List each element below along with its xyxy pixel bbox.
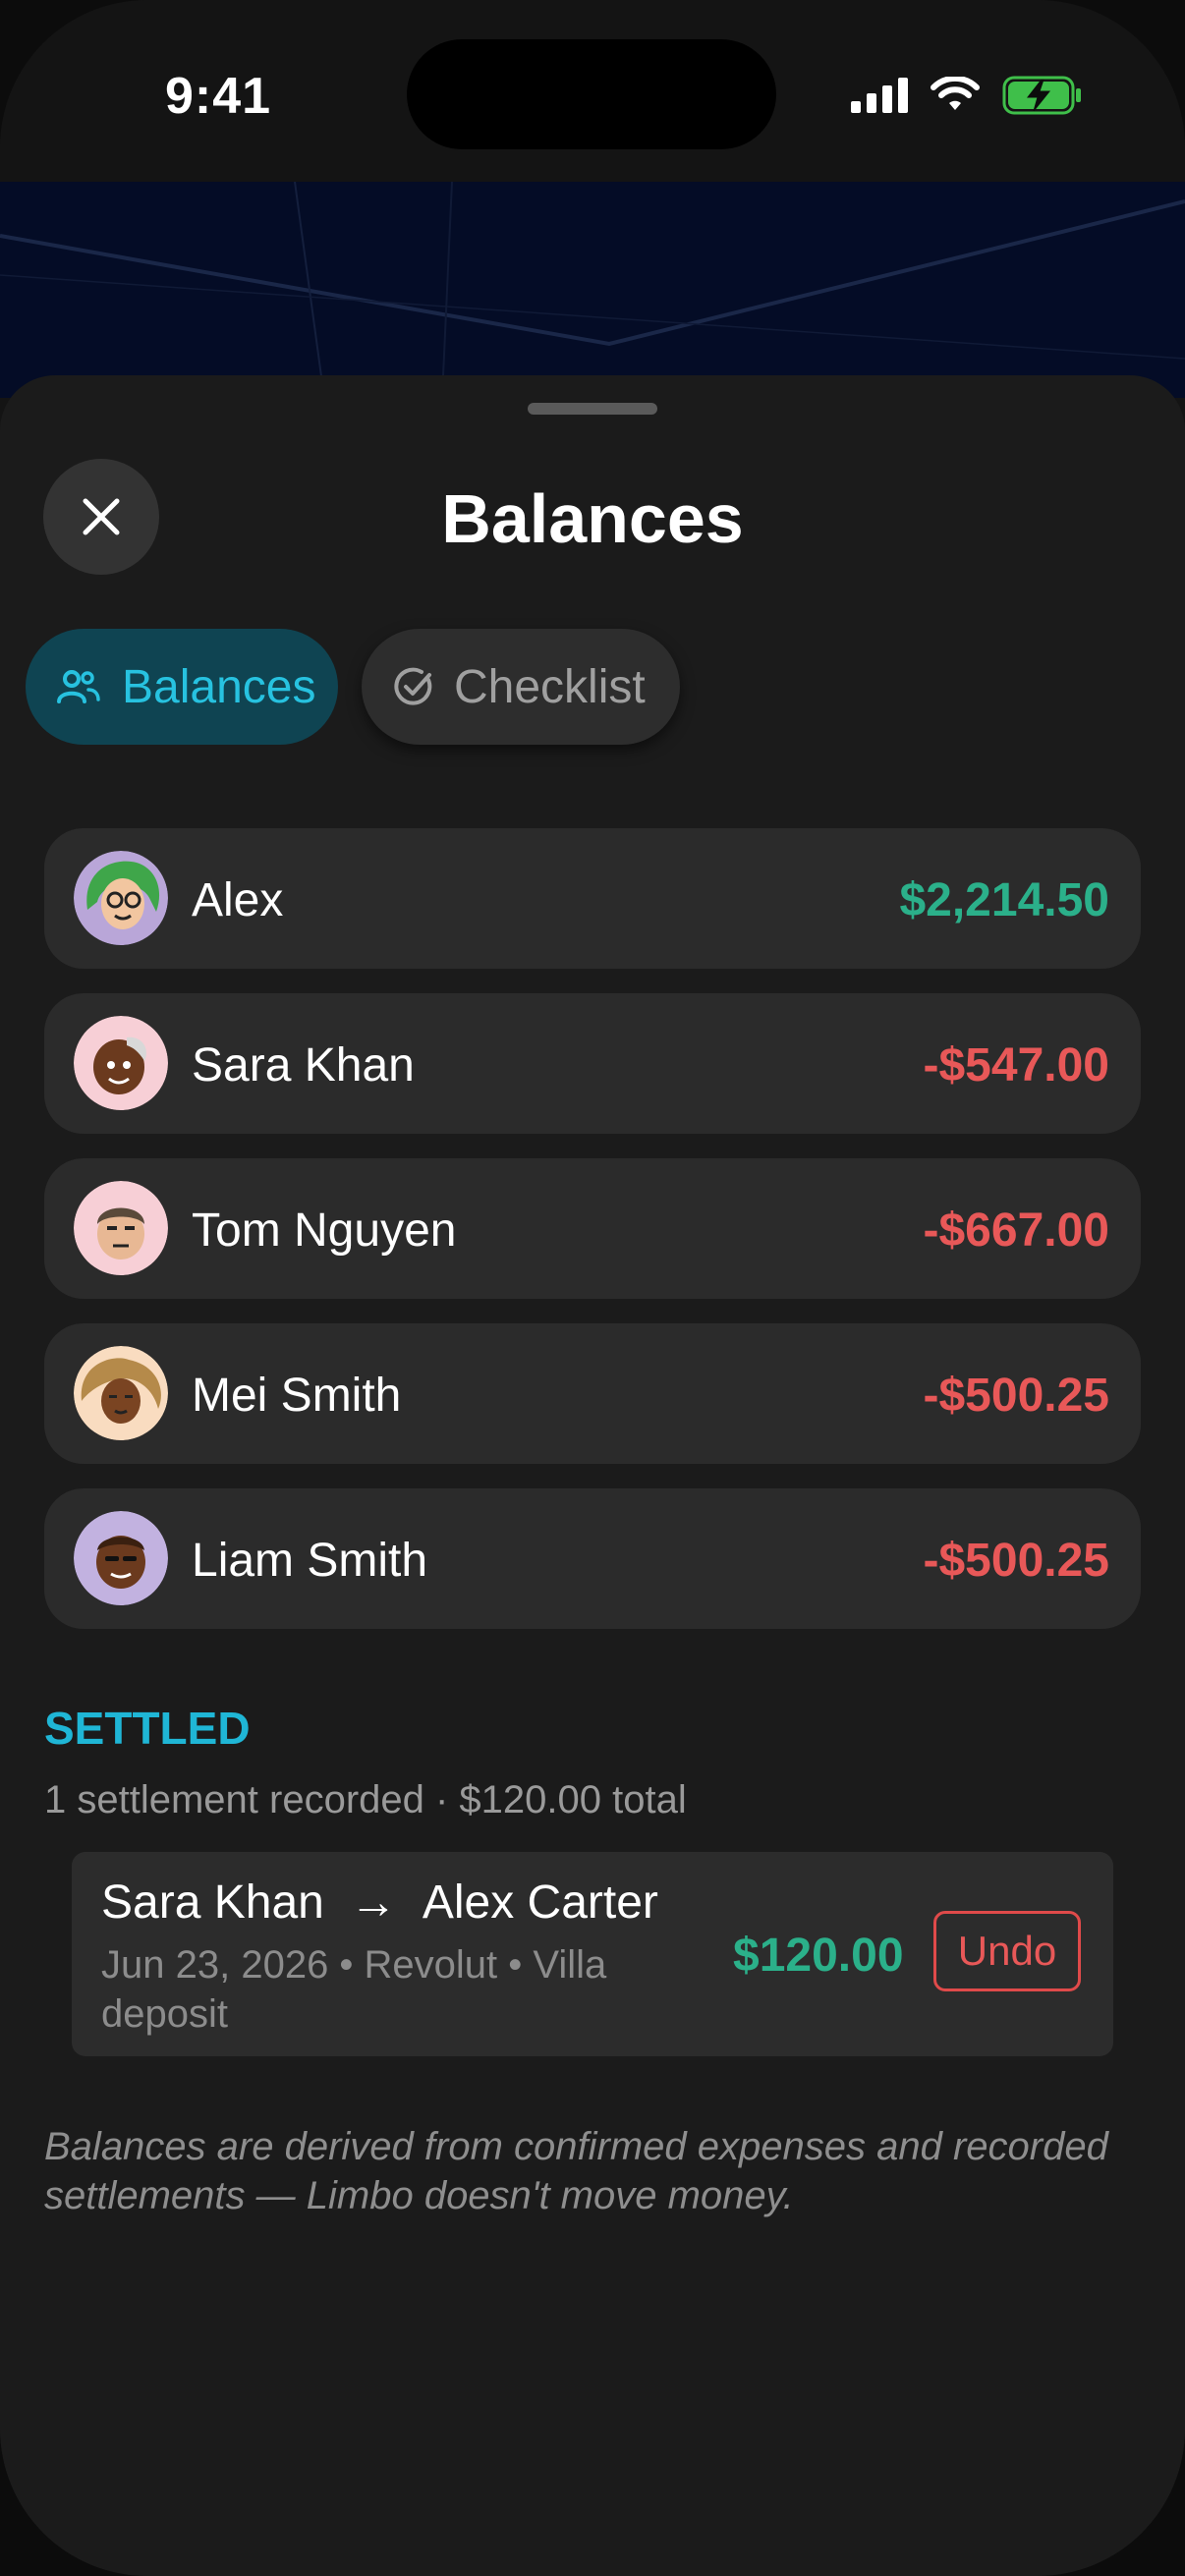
status-time: 9:41 [165, 68, 272, 125]
tab-checklist-label: Checklist [454, 660, 646, 713]
settlement-to: Alex Carter [422, 1876, 658, 1929]
tab-checklist[interactable]: Checklist [362, 629, 680, 745]
avatar [74, 1511, 168, 1605]
balance-row[interactable]: Tom Nguyen -$667.00 [44, 1158, 1141, 1299]
battery-charging-icon [1002, 76, 1081, 115]
status-bar: 9:41 [0, 0, 1185, 182]
settlement-card: Sara Khan → Alex Carter Jun 23, 2026 • R… [72, 1852, 1113, 2056]
signal-icon [851, 78, 908, 113]
balance-row[interactable]: Mei Smith -$500.25 [44, 1323, 1141, 1464]
balance-name: Sara Khan [192, 1039, 415, 1092]
balance-amount: -$500.25 [923, 1535, 1110, 1587]
balance-name: Tom Nguyen [192, 1204, 457, 1257]
balance-amount: $2,214.50 [899, 874, 1109, 926]
settlement-from: Sara Khan [101, 1876, 324, 1929]
balance-name: Liam Smith [192, 1535, 428, 1587]
balance-amount: -$500.25 [923, 1370, 1110, 1422]
balance-row[interactable]: Liam Smith -$500.25 [44, 1488, 1141, 1629]
balance-row[interactable]: Sara Khan -$547.00 [44, 993, 1141, 1134]
settlement-parties: Sara Khan → Alex Carter [101, 1876, 658, 1930]
balances-list: Alex $2,214.50 Sara Khan -$547.00 Tom Ng… [44, 828, 1141, 1653]
phone-screen: 9:41 Balances Balances Checklist Alex $2… [0, 0, 1185, 2576]
balance-name: Mei Smith [192, 1370, 402, 1422]
settlement-amount: $120.00 [733, 1930, 904, 1982]
balance-name: Alex [192, 874, 284, 926]
balance-row[interactable]: Alex $2,214.50 [44, 828, 1141, 969]
people-icon [57, 670, 100, 703]
sheet-grabber[interactable] [528, 403, 657, 415]
balance-amount: -$667.00 [923, 1204, 1110, 1257]
tab-balances[interactable]: Balances [26, 629, 338, 745]
avatar [74, 851, 168, 945]
avatar [74, 1181, 168, 1275]
settlement-meta: Jun 23, 2026 • Revolut • Villa deposit [101, 1943, 607, 2036]
footnote: Balances are derived from confirmed expe… [44, 2125, 1108, 2217]
dynamic-island [407, 39, 776, 149]
status-icons [851, 71, 1083, 120]
check-circle-icon [394, 667, 432, 705]
avatar [74, 1016, 168, 1110]
settled-summary: 1 settlement recorded · $120.00 total [44, 1778, 687, 1821]
wifi-icon [931, 77, 980, 110]
arrow-right-icon: → [349, 1876, 397, 1929]
page-title: Balances [441, 480, 744, 557]
undo-button[interactable]: Undo [933, 1911, 1081, 1991]
tab-balances-label: Balances [122, 660, 316, 713]
balance-amount: -$547.00 [923, 1039, 1110, 1092]
background-map [0, 182, 1185, 398]
avatar [74, 1346, 168, 1440]
settled-heading: SETTLED [44, 1703, 251, 1754]
